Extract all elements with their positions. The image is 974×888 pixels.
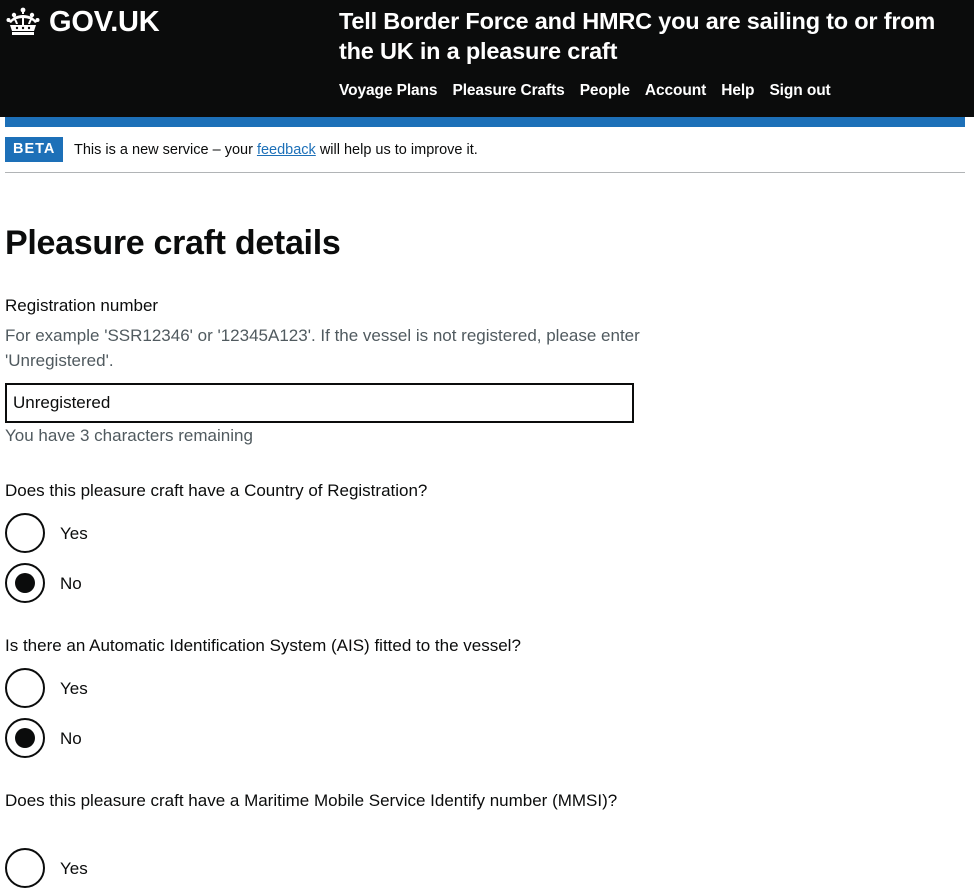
ais-no-radio[interactable]: No <box>5 718 82 758</box>
govuk-logo-text: GOV.UK <box>49 6 160 38</box>
radio-label-yes: Yes <box>60 523 88 543</box>
mmsi-yes-radio[interactable]: Yes <box>5 848 88 888</box>
radio-checked-icon[interactable] <box>5 563 45 603</box>
country-registration-no-radio[interactable]: No <box>5 563 82 603</box>
page-title: Pleasure craft details <box>5 224 341 262</box>
header-blue-bar <box>5 117 965 127</box>
crown-icon <box>5 6 41 38</box>
registration-number-label: Registration number <box>5 296 159 315</box>
phase-banner: BETA This is a new service – your feedba… <box>5 137 965 173</box>
radio-label-yes: Yes <box>60 858 88 878</box>
phase-text-after: will help us to improve it. <box>319 142 478 158</box>
radio-unchecked-icon[interactable] <box>5 848 45 888</box>
phase-banner-text: This is a new service – your feedback wi… <box>74 140 478 160</box>
nav-item-sign-out[interactable]: Sign out <box>769 80 830 102</box>
feedback-link[interactable]: feedback <box>257 142 316 158</box>
beta-tag: BETA <box>5 137 64 162</box>
site-header: GOV.UK Tell Border Force and HMRC you ar… <box>0 0 974 117</box>
mmsi-question: Does this pleasure craft have a Maritime… <box>5 791 618 810</box>
main-navigation: Voyage Plans Pleasure Crafts People Acco… <box>339 80 846 102</box>
nav-item-voyage-plans[interactable]: Voyage Plans <box>339 80 438 102</box>
radio-label-no: No <box>60 728 82 748</box>
country-registration-yes-radio[interactable]: Yes <box>5 513 88 553</box>
radio-label-no: No <box>60 573 82 593</box>
ais-question: Is there an Automatic Identification Sys… <box>5 636 521 655</box>
nav-item-help[interactable]: Help <box>721 80 754 102</box>
radio-unchecked-icon[interactable] <box>5 513 45 553</box>
nav-item-account[interactable]: Account <box>645 80 706 102</box>
registration-number-input[interactable] <box>5 383 634 423</box>
govuk-logo-link[interactable]: GOV.UK <box>5 5 160 39</box>
nav-item-pleasure-crafts[interactable]: Pleasure Crafts <box>452 80 564 102</box>
radio-label-yes: Yes <box>60 678 88 698</box>
registration-number-hint: For example 'SSR12346' or '12345A123'. I… <box>5 326 640 370</box>
service-name-link[interactable]: Tell Border Force and HMRC you are saili… <box>339 6 969 66</box>
character-count-message: You have 3 characters remaining <box>5 426 253 445</box>
ais-yes-radio[interactable]: Yes <box>5 668 88 708</box>
country-of-registration-question: Does this pleasure craft have a Country … <box>5 481 428 500</box>
radio-unchecked-icon[interactable] <box>5 668 45 708</box>
nav-item-people[interactable]: People <box>580 80 630 102</box>
phase-text-before: This is a new service – your <box>74 142 253 158</box>
radio-checked-icon[interactable] <box>5 718 45 758</box>
